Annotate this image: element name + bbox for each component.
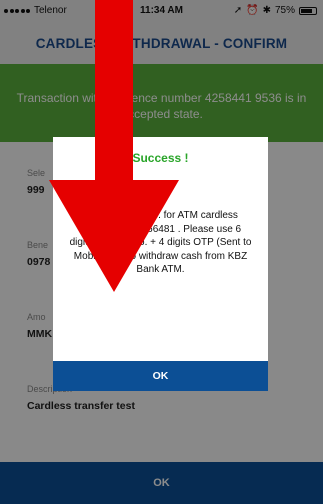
- check-circle-icon: [149, 181, 171, 203]
- phone-screen: Telenor 11:34 AM ➚ ⏰ ✱ 75% CARDLESS WITH…: [0, 0, 323, 504]
- dialog-title: Success !: [132, 151, 189, 165]
- success-dialog: Success ! digits account no. for ATM car…: [53, 137, 268, 391]
- dialog-message: digits account no. for ATM cardless tran…: [69, 210, 252, 275]
- dialog-ok-button[interactable]: OK: [53, 361, 268, 391]
